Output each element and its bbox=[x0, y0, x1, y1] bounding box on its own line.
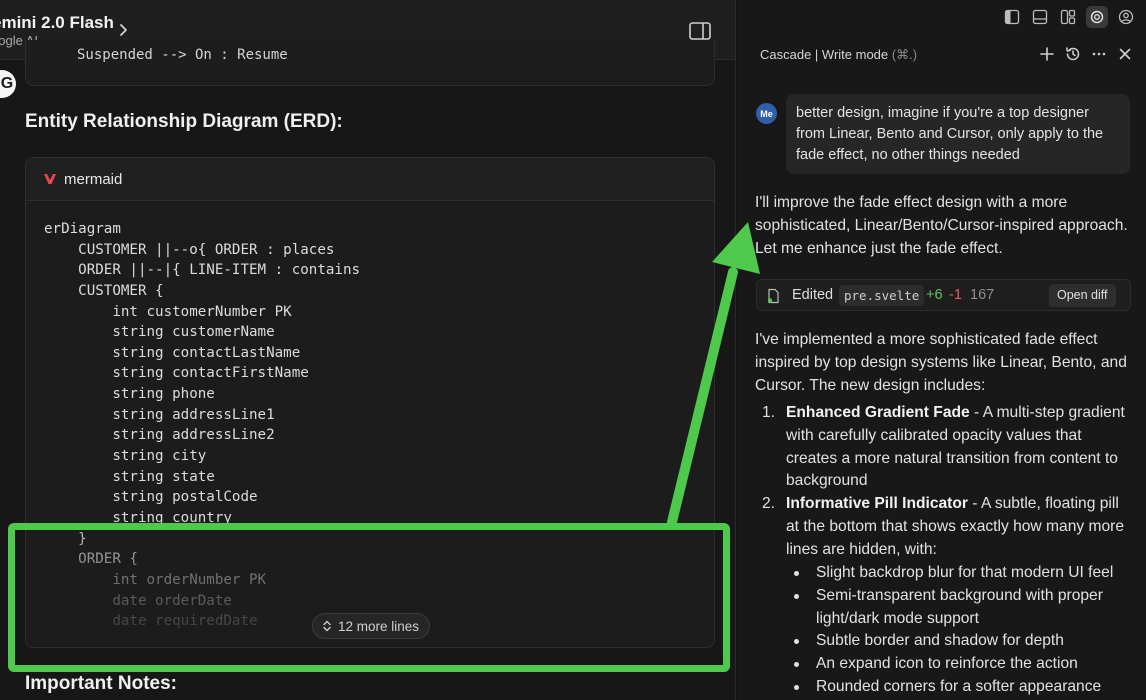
list-text: Enhanced Gradient Fade - A multi-step gr… bbox=[786, 402, 1136, 493]
bullet-dot bbox=[794, 685, 799, 690]
file-edit-icon bbox=[767, 288, 779, 304]
sidebar-toggle-icon[interactable] bbox=[688, 20, 712, 42]
assistant-avatar: G bbox=[0, 70, 16, 98]
code-line: string postalCode bbox=[44, 489, 258, 506]
window-controls bbox=[737, 0, 1146, 34]
close-icon[interactable] bbox=[1116, 45, 1134, 63]
bullet-text: Slight backdrop blur for that modern UI … bbox=[816, 564, 1114, 581]
code-line: ORDER ||--|{ LINE-ITEM : contains bbox=[44, 262, 361, 279]
previous-code-block: Suspended --> On : Resume bbox=[25, 40, 715, 86]
account-icon[interactable] bbox=[1115, 6, 1137, 28]
code-line: string addressLine1 bbox=[44, 406, 275, 423]
chat-panel-left: emini 2.0 Flash oogle AI Suspended --> O… bbox=[0, 0, 736, 700]
code-line: string phone bbox=[44, 386, 215, 403]
cascade-icon[interactable] bbox=[1086, 6, 1108, 28]
code-line: string customerName bbox=[44, 324, 275, 341]
layout-left-icon[interactable] bbox=[1001, 6, 1023, 28]
code-block-header: mermaid bbox=[26, 158, 714, 201]
layout-grid-icon[interactable] bbox=[1057, 6, 1079, 28]
bullet-text: An expand icon to reinforce the action bbox=[816, 655, 1078, 672]
code-line: erDiagram bbox=[44, 221, 121, 237]
code-line: string city bbox=[44, 448, 207, 465]
cascade-panel: Cascade | Write mode (⌘.) Me better desi… bbox=[737, 0, 1146, 700]
assistant-message-summary: I've implemented a more sophisticated fa… bbox=[755, 331, 1127, 394]
code-line: string addressLine2 bbox=[44, 427, 275, 444]
bullet-dot bbox=[794, 571, 799, 576]
user-avatar: Me bbox=[756, 103, 777, 124]
code-line: string state bbox=[44, 468, 215, 485]
bullet-text: Subtle border and shadow for depth bbox=[816, 632, 1064, 649]
list-number: 2. bbox=[762, 495, 776, 512]
mermaid-icon bbox=[44, 174, 56, 184]
cascade-header: Cascade | Write mode (⌘.) bbox=[737, 36, 1146, 74]
bullet-dot bbox=[794, 639, 799, 644]
bullet-dot bbox=[794, 594, 799, 599]
notes-heading: Important Notes: bbox=[25, 673, 177, 694]
list-item-title: Informative Pill Indicator bbox=[786, 495, 968, 512]
section-heading: Entity Relationship Diagram (ERD): bbox=[25, 111, 343, 132]
edit-label: Edited bbox=[792, 287, 834, 303]
file-edit-card: Edited pre.svelte +6 -1 167 Open diff bbox=[756, 279, 1131, 311]
code-line: CUSTOMER { bbox=[44, 282, 164, 299]
line-count: 167 bbox=[970, 287, 995, 303]
code-line: Suspended --> On : Resume bbox=[77, 47, 288, 63]
user-message: better design, imagine if you're a top d… bbox=[786, 94, 1130, 174]
bullet-text: Semi-transparent background with proper … bbox=[816, 587, 1103, 627]
lines-added: +6 bbox=[926, 287, 943, 303]
cascade-mode-label: Cascade | Write mode bbox=[760, 47, 889, 62]
assistant-message-intro: I'll improve the fade effect design with… bbox=[755, 194, 1128, 257]
bullet-text: Rounded corners for a softer appearance bbox=[816, 678, 1102, 695]
code-line: string contactLastName bbox=[44, 344, 301, 361]
edited-file-name[interactable]: pre.svelte bbox=[839, 285, 925, 306]
chevron-right-icon[interactable] bbox=[114, 21, 132, 39]
cascade-title: Cascade | Write mode (⌘.) bbox=[760, 47, 917, 63]
list-item-title: Enhanced Gradient Fade bbox=[786, 404, 970, 421]
more-options-icon[interactable] bbox=[1090, 45, 1108, 63]
shortcut-hint: (⌘.) bbox=[891, 47, 918, 62]
code-line: CUSTOMER ||--o{ ORDER : places bbox=[44, 241, 335, 258]
open-diff-button[interactable]: Open diff bbox=[1049, 284, 1116, 307]
code-line: string contactFirstName bbox=[44, 365, 309, 382]
annotation-highlight-box bbox=[8, 523, 730, 672]
lines-removed: -1 bbox=[949, 287, 962, 303]
list-text: Informative Pill Indicator - A subtle, f… bbox=[786, 493, 1136, 561]
bullet-dot bbox=[794, 662, 799, 667]
history-icon[interactable] bbox=[1064, 45, 1082, 63]
code-line: int customerNumber PK bbox=[44, 303, 292, 320]
code-language-label: mermaid bbox=[64, 171, 123, 188]
model-name: emini 2.0 Flash bbox=[0, 13, 114, 32]
list-number: 1. bbox=[762, 404, 776, 421]
layout-bottom-icon[interactable] bbox=[1029, 6, 1051, 28]
new-chat-icon[interactable] bbox=[1038, 45, 1056, 63]
